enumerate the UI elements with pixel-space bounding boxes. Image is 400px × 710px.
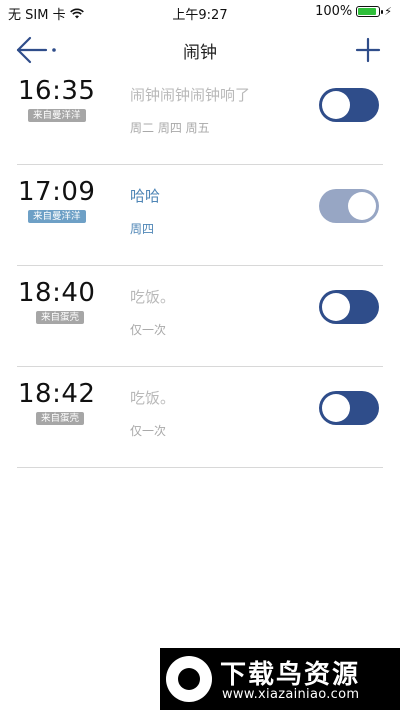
alarm-toggle[interactable]: [319, 290, 379, 324]
battery-icon: [356, 6, 384, 17]
toggle-knob: [322, 293, 350, 321]
alarm-toggle[interactable]: [319, 189, 379, 223]
alarm-toggle[interactable]: [319, 88, 379, 122]
toggle-knob: [348, 192, 376, 220]
alarm-days: 仅一次: [130, 424, 167, 438]
battery-percent: 100%: [315, 4, 353, 19]
alarm-source-tag: 来自曼洋洋: [28, 210, 86, 223]
logo-inner: [178, 668, 200, 690]
alarm-time: 18:42: [18, 379, 96, 409]
alarm-toggle[interactable]: [319, 391, 379, 425]
watermark-logo-icon: [166, 656, 212, 702]
alarm-message: 哈哈: [130, 187, 161, 205]
toggle-knob: [322, 91, 350, 119]
alarm-row[interactable]: 18:42 来自蛋壳 吃饭。 仅一次: [0, 367, 400, 468]
alarm-time: 18:40: [18, 278, 96, 308]
alarm-days: 周四: [130, 222, 155, 236]
toggle-knob: [322, 394, 350, 422]
watermark-url: www.xiazainiao.com: [222, 687, 360, 702]
page-title: 闹钟: [183, 43, 217, 63]
alarm-source-tag: 来自蛋壳: [36, 311, 85, 324]
alarm-message: 吃饭。: [130, 288, 176, 306]
alarm-row[interactable]: 16:35 来自曼洋洋 闹钟闹钟闹钟响了 周二 周四 周五: [0, 64, 400, 165]
alarm-message: 闹钟闹钟闹钟响了: [130, 86, 251, 104]
battery-fill: [358, 8, 377, 15]
status-right: 100% ⚡: [315, 4, 392, 19]
status-bar: 无 SIM 卡 上午9:27 100% ⚡: [0, 0, 400, 24]
charging-bolt-icon: ⚡: [384, 5, 392, 18]
alarm-list: 16:35 来自曼洋洋 闹钟闹钟闹钟响了 周二 周四 周五 17:09 来自曼洋…: [0, 76, 400, 468]
alarm-source-tag: 来自曼洋洋: [28, 109, 86, 122]
watermark-banner: 下载鸟资源 www.xiazainiao.com: [160, 648, 400, 710]
alarm-time: 16:35: [18, 76, 96, 106]
alarm-row[interactable]: 17:09 来自曼洋洋 哈哈 周四: [0, 165, 400, 266]
alarm-source-tag: 来自蛋壳: [36, 412, 85, 425]
alarm-days: 仅一次: [130, 323, 167, 337]
watermark-title: 下载鸟资源: [220, 660, 361, 690]
alarm-time: 17:09: [18, 177, 96, 207]
alarm-row[interactable]: 18:40 来自蛋壳 吃饭。 仅一次: [0, 266, 400, 367]
row-divider: [17, 467, 383, 468]
plus-icon[interactable]: [354, 36, 382, 64]
alarm-days: 周二 周四 周五: [130, 121, 210, 135]
alarm-message: 吃饭。: [130, 389, 176, 407]
